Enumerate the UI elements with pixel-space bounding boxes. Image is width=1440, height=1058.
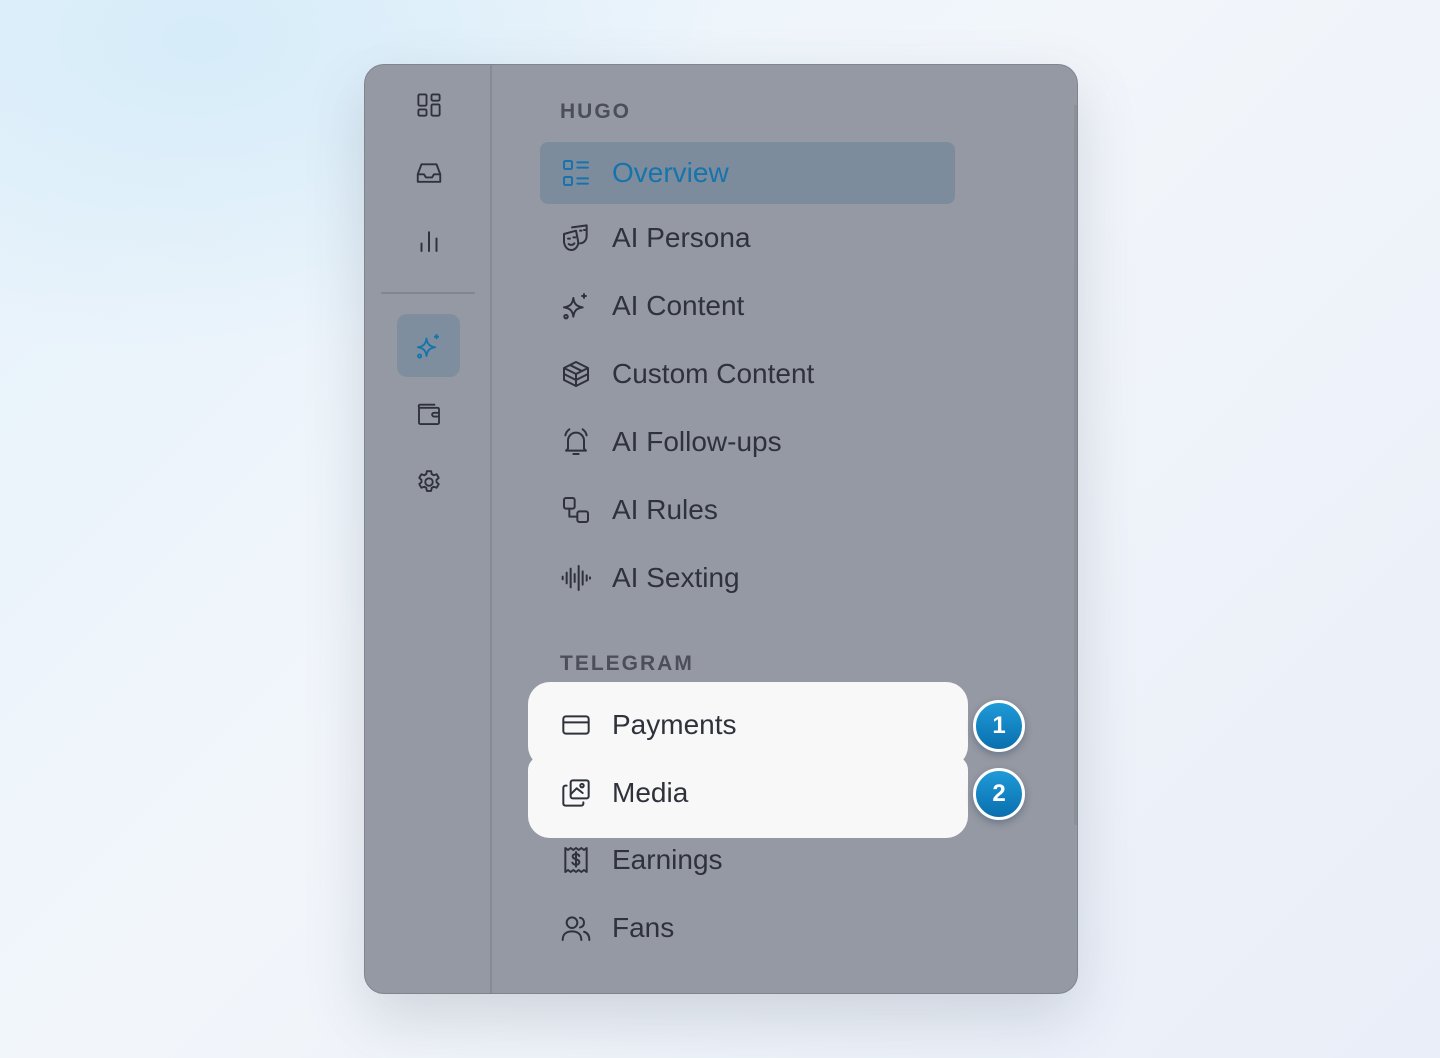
rail-settings-button[interactable] [397, 450, 460, 513]
rail-wallet-button[interactable] [397, 382, 460, 445]
nav-item-label: Media [612, 777, 689, 808]
analytics-icon [420, 230, 437, 252]
nav-item-label: AI Rules [612, 494, 718, 525]
nav-item-label: Overview [612, 157, 729, 188]
nav-item-ai-sexting[interactable]: AI Sexting [540, 547, 955, 609]
section-title-hugo: HUGO [560, 100, 631, 123]
scrollbar[interactable] [1074, 105, 1077, 825]
nav-item-label: AI Follow-ups [612, 426, 782, 457]
bell-ringing-icon [560, 426, 592, 458]
nav-item-label: AI Content [612, 290, 745, 321]
sparkles-icon [560, 290, 592, 322]
nav-item-label: Custom Content [612, 358, 815, 389]
rail-inbox-button[interactable] [397, 141, 460, 204]
wallet-icon [417, 403, 440, 425]
rail-dashboard-button[interactable] [397, 73, 460, 136]
step-badge-1: 1 [973, 700, 1025, 752]
nav-item-ai-content[interactable]: AI Content [540, 275, 955, 337]
nav-item-media[interactable]: Media [528, 759, 968, 827]
nav-item-ai-rules[interactable]: AI Rules [540, 479, 955, 541]
nav-item-fans[interactable]: Fans [540, 897, 955, 959]
sparkles-icon [416, 333, 439, 359]
settings-icon [417, 469, 440, 492]
receipt-dollar-icon [560, 844, 592, 876]
nav-item-overview[interactable]: Overview [540, 142, 955, 204]
nav-item-label: Earnings [612, 844, 723, 875]
inbox-icon [416, 162, 441, 183]
box-icon [560, 358, 592, 390]
nav-item-ai-follow-ups[interactable]: AI Follow-ups [540, 411, 955, 473]
section-title-telegram: TELEGRAM [560, 652, 694, 675]
nav-item-label: AI Sexting [612, 562, 740, 593]
overview-list-icon [560, 157, 592, 189]
nav-item-label: Payments [612, 709, 737, 740]
nav-item-ai-persona[interactable]: AI Persona [540, 207, 955, 269]
nav-item-earnings[interactable]: Earnings [540, 829, 955, 891]
masks-icon [560, 222, 592, 254]
nav-item-custom-content[interactable]: Custom Content [540, 343, 955, 405]
icon-rail [365, 65, 492, 993]
nav-item-label: AI Persona [612, 222, 751, 253]
step-badge-2: 2 [973, 768, 1025, 820]
photos-icon [560, 777, 592, 809]
rail-analytics-button[interactable] [397, 209, 460, 272]
nav-item-payments[interactable]: Payments [528, 691, 968, 759]
rail-ai-button[interactable] [397, 314, 460, 377]
rail-divider [381, 292, 475, 294]
users-icon [560, 912, 592, 944]
audio-wave-icon [560, 562, 592, 594]
credit-card-icon [560, 709, 592, 741]
shapes-icon [560, 494, 592, 526]
nav-item-label: Fans [612, 912, 675, 943]
dashboard-icon [416, 92, 441, 117]
